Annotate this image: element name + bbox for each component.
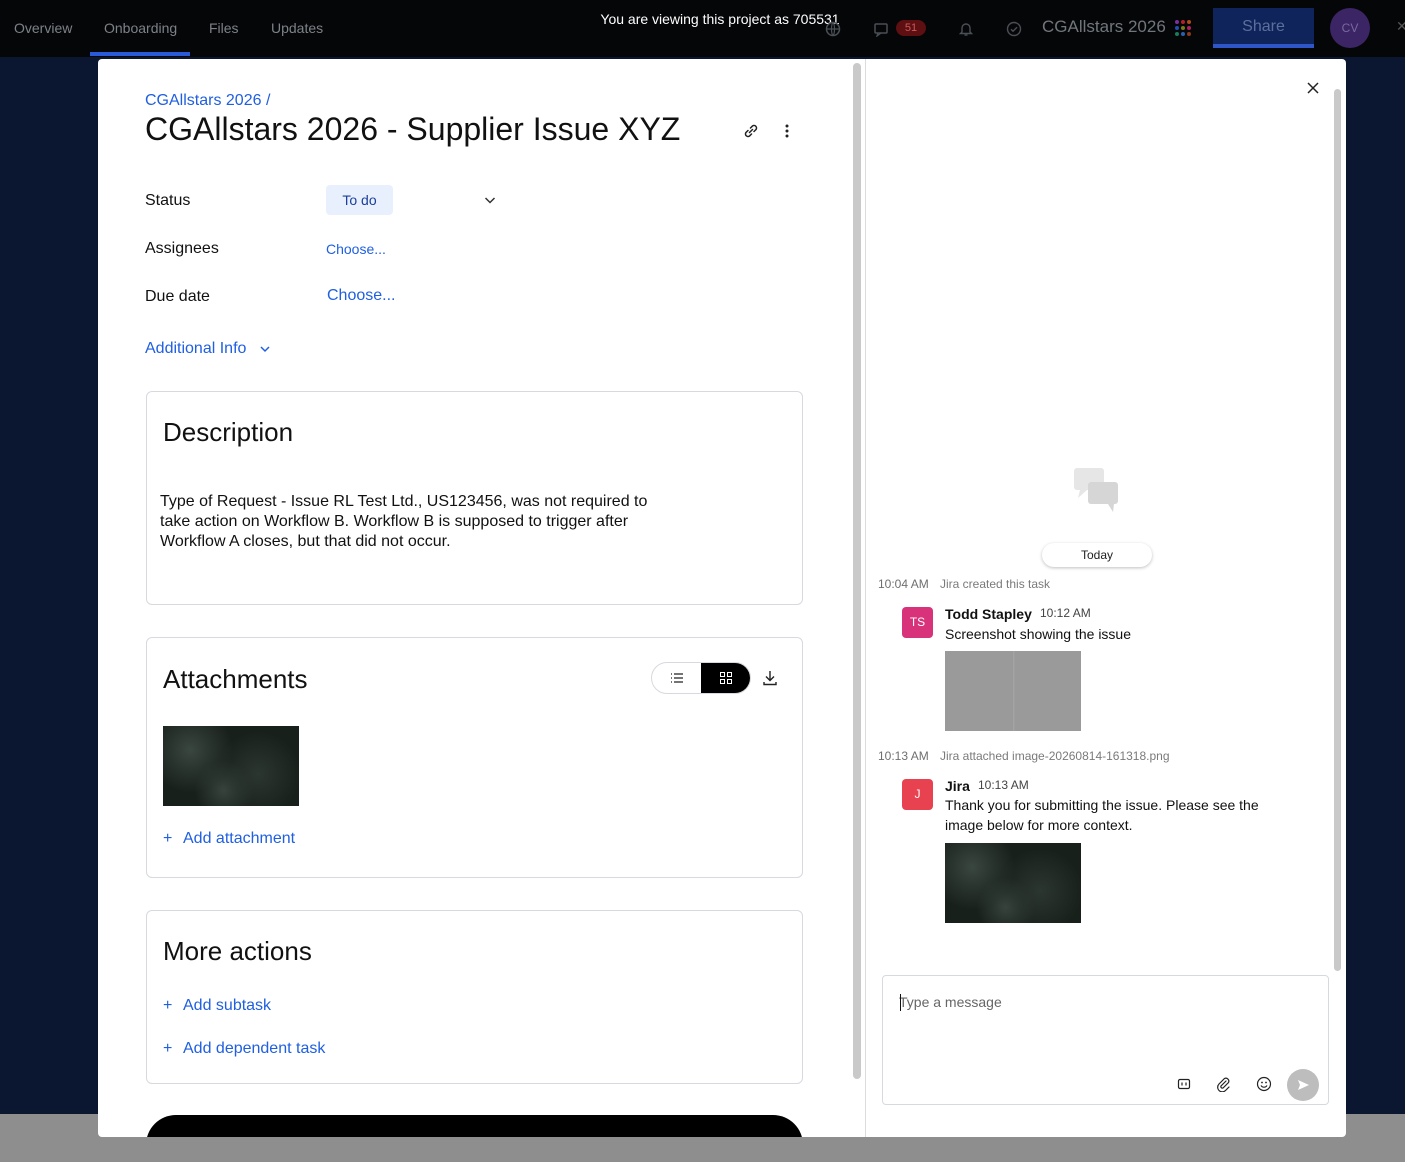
message-author[interactable]: Todd Stapley xyxy=(945,606,1032,622)
top-navigation-bar: Overview Onboarding Files Updates You ar… xyxy=(0,0,1405,57)
copy-link-icon[interactable] xyxy=(741,121,761,141)
description-heading: Description xyxy=(163,417,294,447)
plus-icon: + xyxy=(163,997,173,1014)
active-tab-indicator xyxy=(90,52,190,56)
close-icon[interactable]: ✕ xyxy=(1396,18,1405,35)
tab-files[interactable]: Files xyxy=(209,20,239,36)
attachment-thumbnail[interactable] xyxy=(163,726,299,806)
message-author[interactable]: Jira xyxy=(945,778,970,794)
message-count-badge: 51 xyxy=(896,20,926,36)
task-title[interactable]: CGAllstars 2026 - Supplier Issue XYZ xyxy=(145,111,680,148)
due-date-label: Due date xyxy=(145,288,210,305)
activity-pane: Today 10:04 AM Jira created this task TS… xyxy=(866,59,1346,1137)
add-subtask-button[interactable]: + Add subtask xyxy=(163,997,271,1015)
user-avatar[interactable]: CV xyxy=(1330,8,1370,48)
additional-info-toggle[interactable]: Additional Info xyxy=(145,340,246,358)
message-text: Screenshot showing the issue xyxy=(945,626,1131,642)
globe-icon[interactable] xyxy=(824,20,842,38)
message-text: Thank you for submitting the issue. Plea… xyxy=(945,797,1259,833)
complete-task-button[interactable] xyxy=(146,1115,803,1137)
task-details-pane: CGAllstars 2026 / CGAllstars 2026 - Supp… xyxy=(98,59,850,1137)
date-divider: Today xyxy=(1042,543,1152,567)
message-image[interactable] xyxy=(945,651,1081,731)
tab-updates[interactable]: Updates xyxy=(271,20,323,36)
description-card: Description Type of Request - Issue RL T… xyxy=(146,391,803,605)
details-scrollbar[interactable] xyxy=(853,63,861,1079)
plus-icon: + xyxy=(163,830,173,847)
chat-bubbles-icon xyxy=(1072,464,1122,514)
assignees-label: Assignees xyxy=(145,240,219,257)
event-text: Jira attached image-20260814-161318.png xyxy=(940,749,1170,763)
attachments-card: Attachments + Add attachment xyxy=(146,637,803,878)
event-time: 10:04 AM xyxy=(878,577,929,591)
paperclip-icon[interactable] xyxy=(1214,1075,1232,1093)
close-icon[interactable] xyxy=(1306,81,1320,95)
emoji-icon[interactable] xyxy=(1255,1075,1273,1093)
share-button[interactable]: Share xyxy=(1213,8,1314,48)
breadcrumb[interactable]: CGAllstars 2026 / xyxy=(145,92,270,110)
gif-icon[interactable] xyxy=(1175,1075,1193,1093)
attachments-heading: Attachments xyxy=(163,664,308,694)
tab-onboarding[interactable]: Onboarding xyxy=(104,20,177,36)
more-options-icon[interactable] xyxy=(782,121,792,141)
tab-overview[interactable]: Overview xyxy=(14,20,72,36)
plus-icon: + xyxy=(163,1040,173,1057)
message-image[interactable] xyxy=(945,843,1081,923)
chevron-down-icon[interactable] xyxy=(258,342,272,356)
task-detail-modal: CGAllstars 2026 / CGAllstars 2026 - Supp… xyxy=(98,59,1346,1137)
add-attachment-button[interactable]: + Add attachment xyxy=(163,830,295,848)
avatar[interactable]: J xyxy=(902,779,933,810)
message-time: 10:12 AM xyxy=(1040,606,1091,620)
message-composer xyxy=(882,975,1329,1105)
send-button[interactable] xyxy=(1287,1069,1319,1101)
add-dependent-task-label: Add dependent task xyxy=(183,1040,326,1057)
assignees-picker[interactable]: Choose... xyxy=(326,241,386,257)
send-icon xyxy=(1298,1080,1309,1090)
download-icon[interactable] xyxy=(761,669,779,687)
bell-icon[interactable] xyxy=(957,20,975,38)
add-dependent-task-button[interactable]: + Add dependent task xyxy=(163,1040,325,1058)
due-date-picker[interactable]: Choose... xyxy=(327,287,395,305)
more-actions-card: More actions + Add subtask + Add depende… xyxy=(146,910,803,1084)
message-input[interactable] xyxy=(899,994,1299,1010)
text-cursor xyxy=(900,994,901,1011)
messages-icon[interactable] xyxy=(872,20,890,38)
status-label: Status xyxy=(145,192,191,209)
list-view-icon[interactable] xyxy=(652,663,701,693)
project-switcher[interactable]: CGAllstars 2026 xyxy=(1042,17,1166,37)
attachment-view-toggle xyxy=(651,662,751,694)
activity-scrollbar[interactable] xyxy=(1334,89,1341,971)
event-time: 10:13 AM xyxy=(878,749,929,763)
chevron-down-icon[interactable] xyxy=(482,192,498,208)
more-actions-heading: More actions xyxy=(163,936,312,966)
avatar[interactable]: TS xyxy=(902,607,933,638)
grid-view-icon[interactable] xyxy=(701,663,750,693)
add-attachment-label: Add attachment xyxy=(183,830,296,847)
message-time: 10:13 AM xyxy=(978,778,1029,792)
check-circle-icon[interactable] xyxy=(1005,20,1023,38)
status-dropdown[interactable]: To do xyxy=(326,185,393,215)
add-subtask-label: Add subtask xyxy=(183,997,272,1014)
description-text[interactable]: Type of Request - Issue RL Test Ltd., US… xyxy=(160,492,660,552)
apps-grid-icon[interactable] xyxy=(1175,20,1191,36)
event-text: Jira created this task xyxy=(940,577,1051,591)
